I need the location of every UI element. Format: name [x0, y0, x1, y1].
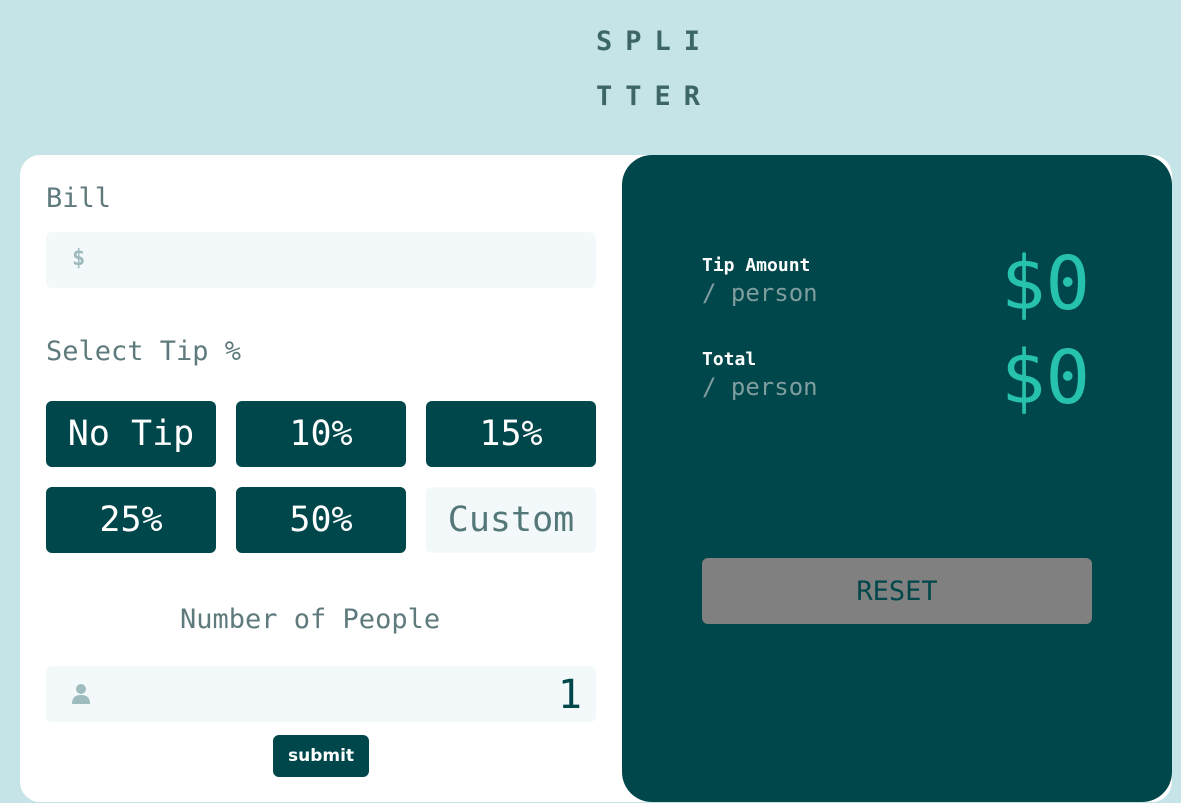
submit-button[interactable]: submit [273, 735, 369, 777]
tip-button-50[interactable]: 50% [236, 487, 406, 553]
bill-input[interactable]: $ [46, 232, 596, 288]
number-of-people-label: Number of People [180, 604, 441, 635]
tip-button-10[interactable]: 10% [236, 401, 406, 467]
reset-button[interactable]: RESET [702, 558, 1092, 624]
custom-tip-input[interactable]: Custom [426, 487, 596, 553]
bill-label: Bill [46, 183, 112, 214]
total-per-person-label: / person [702, 373, 818, 401]
results-panel: Tip Amount / person $0 Total / person $0… [622, 155, 1172, 802]
tip-amount-title: Tip Amount [702, 255, 811, 276]
tip-amount-value: $0 [1000, 241, 1090, 327]
people-input[interactable]: 1 [46, 666, 596, 722]
tip-button-25[interactable]: 25% [46, 487, 216, 553]
dollar-icon: $ [72, 246, 86, 271]
tip-button-no-tip[interactable]: No Tip [46, 401, 216, 467]
app-logo: SPLI TTER [596, 14, 726, 124]
select-tip-label: Select Tip % [46, 336, 242, 367]
logo-line-2: TTER [596, 81, 714, 112]
logo-line-1: SPLI [596, 26, 714, 57]
tip-amount-per-person-label: / person [702, 279, 818, 307]
tip-button-15[interactable]: 15% [426, 401, 596, 467]
person-icon [72, 684, 90, 704]
people-value: 1 [557, 672, 582, 718]
total-title: Total [702, 349, 757, 370]
total-value: $0 [1000, 335, 1090, 421]
